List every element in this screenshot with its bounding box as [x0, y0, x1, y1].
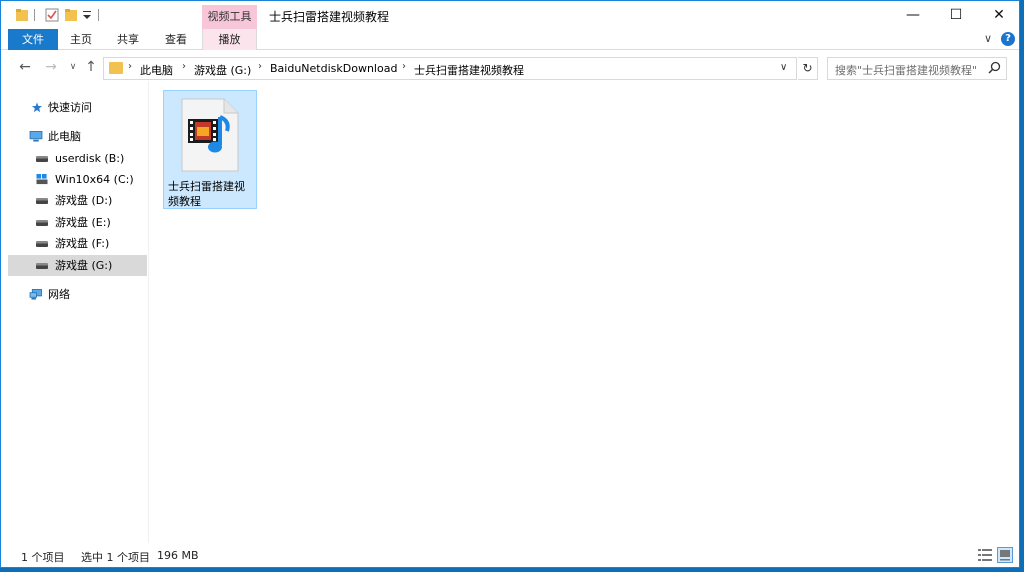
minimize-button[interactable]: —	[890, 1, 936, 29]
sidebar-item-this-pc[interactable]: 此电脑	[8, 126, 147, 147]
sidebar-item-drive-b[interactable]: userdisk (B:)	[8, 148, 147, 169]
sidebar-item-drive-g[interactable]: 游戏盘 (G:)	[8, 255, 147, 276]
tab-play[interactable]: 播放	[202, 29, 257, 50]
status-bar: 1 个项目 选中 1 个项目 196 MB	[1, 543, 1019, 567]
drive-icon	[36, 220, 48, 226]
breadcrumb-separator[interactable]: ›	[258, 61, 262, 72]
sidebar-item-network[interactable]: 网络	[8, 284, 147, 305]
breadcrumb-separator[interactable]: ›	[402, 61, 406, 72]
sidebar-label: Win10x64 (C:)	[55, 173, 134, 186]
breadcrumb-drive-g[interactable]: 游戏盘 (G:)	[194, 62, 251, 78]
window-title: 士兵扫雷搭建视频教程	[269, 10, 390, 24]
star-icon	[31, 102, 43, 113]
pane-divider[interactable]	[148, 81, 149, 543]
sidebar-label: 游戏盘 (F:)	[55, 237, 110, 250]
file-item[interactable]: 士兵扫雷搭建视频教程	[163, 90, 257, 209]
address-bar[interactable]: › 此电脑 › 游戏盘 (G:) › BaiduNetdiskDownload …	[103, 57, 797, 80]
navigation-bar: ← → ∨ ↑ › 此电脑 › 游戏盘 (G:) › BaiduNetdiskD…	[1, 52, 1019, 82]
expand-ribbon-icon[interactable]: ∨	[984, 32, 992, 45]
search-input[interactable]: 搜索"士兵扫雷搭建视频教程"	[835, 62, 977, 78]
navigation-pane: 快速访问 此电脑 userdisk (B:) Win10x64 (C:) 游戏盘…	[8, 93, 148, 543]
window-border	[0, 568, 1024, 572]
folder-icon	[16, 9, 28, 21]
sidebar-label: 网络	[48, 288, 70, 301]
refresh-button[interactable]: ↻	[798, 57, 818, 80]
tab-share[interactable]: 共享	[108, 29, 148, 50]
tab-home[interactable]: 主页	[61, 29, 101, 50]
computer-icon	[29, 131, 43, 142]
breadcrumb-baidunetdiskdownload[interactable]: BaiduNetdiskDownload	[270, 62, 397, 75]
ribbon-tabs: 文件 主页 共享 查看 播放 ∨	[1, 29, 1019, 50]
drive-icon	[36, 263, 48, 269]
breadcrumb-current-folder[interactable]: 士兵扫雷搭建视频教程	[414, 62, 524, 78]
file-name: 士兵扫雷搭建视频教程	[168, 180, 245, 208]
sidebar-item-drive-d[interactable]: 游戏盘 (D:)	[8, 190, 147, 211]
sidebar-item-quick-access[interactable]: 快速访问	[8, 97, 147, 118]
maximize-button[interactable]: ☐	[933, 1, 979, 29]
up-button[interactable]: ↑	[83, 58, 99, 76]
network-icon	[29, 289, 42, 300]
breadcrumb-this-pc[interactable]: 此电脑	[140, 62, 173, 78]
sidebar-item-drive-c[interactable]: Win10x64 (C:)	[8, 169, 147, 190]
search-icon[interactable]	[988, 61, 1001, 74]
drive-icon	[36, 198, 48, 204]
tab-file[interactable]: 文件	[8, 29, 58, 50]
sidebar-label: 此电脑	[48, 130, 81, 143]
explorer-window: 视频工具 士兵扫雷搭建视频教程 — ☐ ✕ 文件 主页 共享 查看 播放 ∨ ?…	[0, 0, 1020, 568]
title-bar: 视频工具 士兵扫雷搭建视频教程 — ☐ ✕	[1, 1, 1019, 29]
address-dropdown-icon[interactable]: ∨	[780, 62, 787, 73]
sidebar-label: 游戏盘 (E:)	[55, 216, 111, 229]
tab-view[interactable]: 查看	[156, 29, 196, 50]
item-count: 1 个项目	[21, 551, 65, 564]
selection-size: 196 MB	[157, 549, 199, 562]
selection-count: 选中 1 个项目	[81, 551, 150, 564]
quick-access-separator	[34, 9, 35, 21]
drive-icon	[36, 241, 48, 247]
sidebar-item-drive-e[interactable]: 游戏盘 (E:)	[8, 212, 147, 233]
details-view-icon[interactable]	[977, 547, 993, 563]
forward-button[interactable]: →	[43, 58, 59, 76]
sidebar-label: 快速访问	[48, 101, 92, 114]
system-drive-icon	[36, 174, 48, 185]
customize-quick-access-icon[interactable]	[81, 8, 93, 22]
drive-icon	[36, 156, 48, 162]
properties-icon[interactable]	[45, 8, 59, 22]
sidebar-label: 游戏盘 (D:)	[55, 194, 113, 207]
quick-access-separator-2	[98, 9, 99, 21]
window-border	[1020, 0, 1024, 572]
close-button[interactable]: ✕	[976, 1, 1022, 29]
video-file-icon	[181, 98, 239, 172]
breadcrumb-separator[interactable]: ›	[128, 61, 132, 72]
folder-icon	[109, 62, 123, 74]
back-button[interactable]: ←	[17, 58, 33, 76]
sidebar-item-drive-f[interactable]: 游戏盘 (F:)	[8, 233, 147, 254]
large-icons-view-icon[interactable]	[997, 547, 1013, 563]
sidebar-label: 游戏盘 (G:)	[55, 259, 113, 272]
recent-locations-button[interactable]: ∨	[65, 58, 81, 76]
new-folder-icon[interactable]	[64, 8, 78, 22]
breadcrumb-separator[interactable]: ›	[182, 61, 186, 72]
search-box[interactable]: 搜索"士兵扫雷搭建视频教程"	[827, 57, 1007, 80]
sidebar-label: userdisk (B:)	[55, 152, 125, 165]
help-icon[interactable]: ?	[1001, 32, 1015, 46]
video-tools-context-tab: 视频工具	[202, 5, 257, 29]
